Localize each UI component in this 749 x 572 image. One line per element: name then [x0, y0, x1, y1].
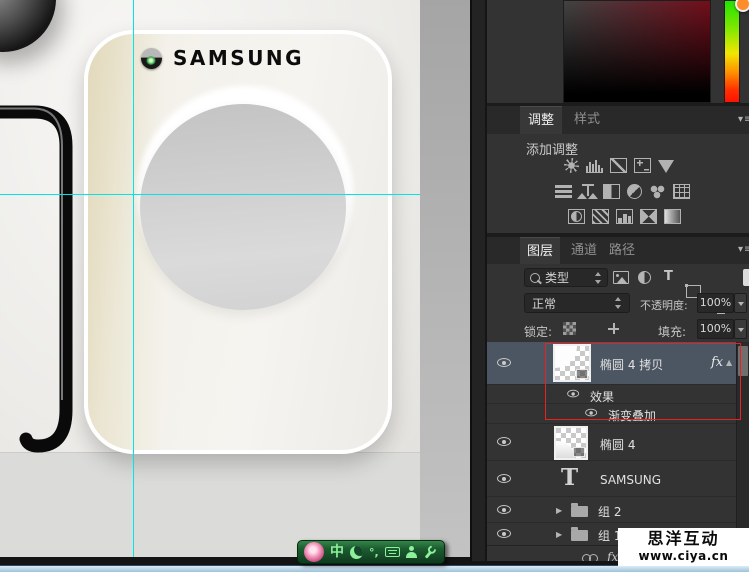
brand-text: SAMSUNG: [173, 46, 304, 70]
filter-kind-label: 类型: [545, 269, 569, 286]
color-field[interactable]: [563, 0, 711, 103]
visibility-eye-icon[interactable]: [497, 434, 513, 450]
visibility-eye-icon[interactable]: [497, 502, 513, 518]
wrench-icon[interactable]: [420, 542, 440, 562]
posterize-icon[interactable]: [592, 209, 609, 224]
filter-type-layers-icon[interactable]: T: [664, 270, 673, 284]
vibrance-icon[interactable]: [658, 160, 674, 173]
samsung-logo: SAMSUNG: [141, 46, 304, 70]
levels-icon[interactable]: [586, 158, 603, 173]
text-layer-icon: T: [561, 464, 578, 491]
folder-icon: [571, 506, 588, 517]
opacity-label: 不透明度:: [640, 297, 688, 313]
brightness-contrast-icon[interactable]: [564, 158, 579, 173]
watermark-title: 思洋互动: [618, 529, 749, 549]
person-icon[interactable]: [406, 546, 417, 558]
fill-label: 填充:: [658, 323, 686, 340]
black-white-icon[interactable]: [603, 184, 620, 199]
filter-adjustment-layers-icon[interactable]: [638, 271, 651, 284]
layer-row-ellipse4[interactable]: 椭圆 4: [487, 425, 736, 461]
ime-language-toggle[interactable]: 中: [330, 541, 344, 563]
adjustments-tabbar: 调整 样式 ▾≡: [487, 106, 749, 134]
watermark: 思洋互动 www.ciya.cn: [618, 528, 749, 566]
blend-mode-value: 正常: [532, 295, 556, 312]
lock-transparency-icon[interactable]: [563, 322, 576, 335]
color-lookup-icon[interactable]: [673, 184, 690, 199]
visibility-eye-icon[interactable]: [497, 526, 513, 542]
layer-row-samsung-text[interactable]: T SAMSUNG: [487, 462, 736, 497]
fill-dropdown-button[interactable]: [734, 319, 747, 339]
opacity-dropdown-button[interactable]: [734, 293, 747, 313]
folder-icon: [571, 530, 588, 541]
invert-icon[interactable]: [568, 209, 585, 224]
expand-group-icon[interactable]: ▶: [556, 530, 562, 539]
ime-punctuation-toggle[interactable]: °,: [369, 546, 379, 559]
layer-name[interactable]: 组 2: [598, 503, 621, 520]
moon-icon[interactable]: [350, 546, 363, 559]
photo-filter-icon[interactable]: [627, 184, 642, 199]
tab-adjustments[interactable]: 调整: [520, 106, 562, 134]
fill-value[interactable]: 100%: [697, 319, 734, 339]
layer-name[interactable]: 椭圆 4: [600, 436, 635, 453]
canvas-gray-strip: [420, 0, 470, 558]
lens-dot-icon: [141, 48, 162, 69]
layer-thumbnail[interactable]: [554, 426, 588, 460]
photoshop-window: SAMSUNG 调整 样式 ▾≡ 添加调整 图层 通道 路径 ▾≡: [0, 0, 749, 572]
selective-color-icon[interactable]: [664, 209, 681, 224]
spinner-arrows-icon: [595, 272, 602, 284]
hue-slider-puck[interactable]: [735, 0, 749, 12]
layer-filtering-switch[interactable]: [743, 269, 749, 286]
exposure-icon[interactable]: [634, 158, 651, 173]
taskbar-strip: [0, 565, 749, 572]
gradient-map-icon[interactable]: [640, 209, 657, 224]
visibility-eye-icon[interactable]: [497, 471, 513, 487]
add-adjustment-label: 添加调整: [526, 139, 578, 158]
panel-menu-icon[interactable]: ▾≡: [738, 114, 749, 125]
hue-saturation-icon[interactable]: [555, 184, 572, 199]
tab-channels[interactable]: 通道: [564, 237, 604, 264]
guide-horizontal[interactable]: [0, 194, 470, 195]
layers-tabbar: 图层 通道 路径 ▾≡: [487, 237, 749, 264]
ime-toolbar: 中 °,: [297, 540, 445, 564]
thumbnail-shape: [556, 441, 575, 458]
adjustment-icons-row-3: [568, 209, 681, 224]
panel-dock-edge: [470, 0, 487, 572]
tab-paths[interactable]: 路径: [602, 237, 642, 264]
tab-layers[interactable]: 图层: [520, 237, 560, 264]
threshold-icon[interactable]: [616, 209, 633, 224]
panel-menu-icon[interactable]: ▾≡: [738, 244, 749, 255]
color-balance-icon[interactable]: [579, 184, 596, 199]
hue-slider[interactable]: [724, 0, 740, 103]
layer-filter-kind-select[interactable]: 类型: [524, 268, 608, 287]
opacity-value[interactable]: 100%: [697, 293, 734, 313]
watermark-url: www.ciya.cn: [618, 549, 749, 563]
layer-name[interactable]: SAMSUNG: [600, 473, 661, 487]
layer-row-group2[interactable]: ▶ 组 2: [487, 498, 736, 523]
adjustment-icons-row-2: [555, 184, 690, 199]
expand-group-icon[interactable]: ▶: [556, 506, 562, 515]
keyboard-icon[interactable]: [385, 547, 400, 557]
lock-position-icon[interactable]: [607, 322, 620, 335]
ime-logo-icon[interactable]: [304, 542, 324, 562]
annotation-red-rectangle: [545, 343, 741, 420]
filter-pixel-layers-icon[interactable]: [613, 271, 629, 284]
cable-artwork: [0, 0, 470, 558]
curves-icon[interactable]: [610, 158, 627, 173]
guide-vertical[interactable]: [133, 0, 134, 565]
vector-mask-badge-icon: [573, 447, 585, 457]
canvas-document[interactable]: SAMSUNG: [0, 0, 470, 558]
search-icon: [530, 273, 540, 283]
lock-label: 锁定:: [524, 323, 552, 340]
tab-styles[interactable]: 样式: [566, 106, 608, 134]
adjustment-icons-row-1: [564, 158, 674, 173]
visibility-eye-icon[interactable]: [497, 355, 513, 371]
channel-mixer-icon[interactable]: [649, 184, 666, 199]
spinner-arrows-icon: [615, 297, 622, 309]
blend-mode-select[interactable]: 正常: [524, 293, 630, 313]
panel-dock: 调整 样式 ▾≡ 添加调整 图层 通道 路径 ▾≡ 类型 T 正常: [487, 0, 749, 572]
